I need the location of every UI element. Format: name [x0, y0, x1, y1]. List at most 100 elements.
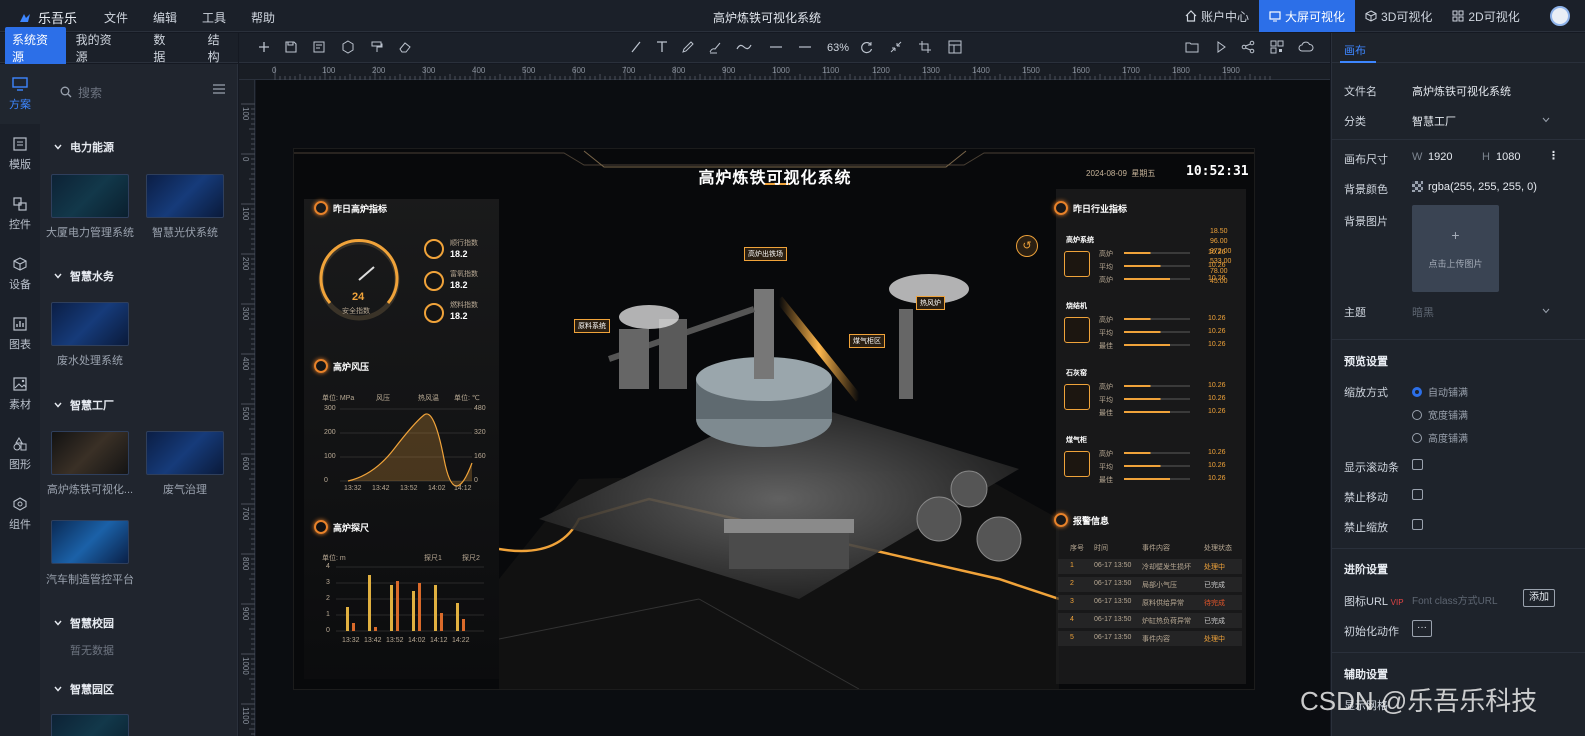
- 2d-button[interactable]: 2D可视化: [1442, 0, 1529, 32]
- more-vertical-icon[interactable]: ⋮: [1548, 149, 1559, 162]
- scene-label[interactable]: 热风炉: [916, 296, 945, 310]
- height-input[interactable]: 1080: [1496, 151, 1520, 163]
- template-thumb[interactable]: [51, 714, 129, 736]
- category-campus[interactable]: 智慧校园: [54, 615, 114, 631]
- eraser-icon[interactable]: [398, 40, 412, 54]
- template-label: 废水处理系统: [57, 355, 123, 367]
- template-thumb[interactable]: [146, 174, 224, 218]
- scene-label[interactable]: 煤气柜区: [849, 334, 885, 348]
- transparent-swatch-icon[interactable]: [1412, 181, 1423, 192]
- indicator-group-title: 石灰窑: [1066, 370, 1087, 377]
- template-label: 废气治理: [163, 484, 207, 496]
- cloud-icon[interactable]: [1298, 40, 1314, 54]
- folder-icon[interactable]: [1185, 40, 1199, 54]
- add-icon[interactable]: [257, 40, 271, 54]
- template-label: 智慧光伏系统: [152, 227, 218, 239]
- show-scrollbar-checkbox[interactable]: [1412, 459, 1423, 470]
- scale-auto-radio[interactable]: 自动铺满: [1412, 384, 1468, 399]
- init-action-button[interactable]: ···: [1412, 620, 1432, 637]
- category-park[interactable]: 智慧园区: [54, 681, 114, 697]
- metric-value: 18.2: [450, 280, 468, 290]
- add-button[interactable]: 添加: [1523, 589, 1555, 607]
- template-thumb[interactable]: [51, 302, 129, 346]
- rail-solutions[interactable]: 方案: [0, 64, 40, 124]
- x-tick: 13:42: [364, 637, 382, 644]
- shrink-icon[interactable]: [889, 40, 903, 54]
- no-zoom-checkbox[interactable]: [1412, 519, 1423, 530]
- upload-image-button[interactable]: + 点击上传图片: [1412, 205, 1499, 292]
- layout-icon[interactable]: [948, 40, 962, 54]
- editor-canvas[interactable]: 高炉炼铁可视化系统 2024-08-09 星期五 10:52:31 昨日高炉指标…: [256, 80, 1330, 736]
- rail-controls[interactable]: 控件: [0, 184, 40, 244]
- chevron-down-icon[interactable]: [1542, 308, 1550, 314]
- template-thumb[interactable]: [51, 431, 129, 475]
- category-factory[interactable]: 智慧工厂: [54, 397, 114, 413]
- tab-system-resources[interactable]: 系统资源: [5, 26, 66, 69]
- avatar[interactable]: [1550, 6, 1570, 26]
- y-tick: 480: [474, 405, 486, 412]
- template-thumb[interactable]: [146, 431, 224, 475]
- refresh-icon[interactable]: [860, 40, 874, 54]
- curve-icon[interactable]: [736, 40, 752, 54]
- file-name-field[interactable]: 高炉炼铁可视化系统: [1412, 83, 1511, 99]
- play-icon[interactable]: [1214, 40, 1228, 54]
- theme-select[interactable]: 暗黑: [1412, 304, 1434, 320]
- component-icon[interactable]: [341, 40, 355, 54]
- category-power[interactable]: 电力能源: [54, 139, 114, 155]
- reset-view-icon[interactable]: ↺: [1016, 235, 1038, 257]
- search-box[interactable]: 搜索: [60, 82, 225, 102]
- indicator-bar: [1124, 398, 1190, 400]
- tab-structure[interactable]: 结构: [201, 27, 238, 69]
- crop-icon[interactable]: [918, 40, 932, 54]
- format-painter-icon[interactable]: [370, 40, 384, 54]
- vertical-ruler: 100 0 100 200 300 400 500 600 700 800 900 1000 1100: [239, 80, 255, 736]
- tab-my-resources[interactable]: 我的资源: [69, 27, 130, 69]
- brush-icon[interactable]: [708, 40, 722, 54]
- horizontal-ruler: 0 100 200 300 400 500 600 700 800 900 1000 1100 1200…: [239, 64, 1330, 80]
- properties-panel: 画布 文件名 高炉炼铁可视化系统 分类 智慧工厂 画布尺寸 W 1920 H 1…: [1331, 33, 1585, 736]
- qrcode-icon[interactable]: [1270, 40, 1284, 54]
- bigscreen-button[interactable]: 大屏可视化: [1259, 0, 1356, 32]
- template-thumb[interactable]: [51, 174, 129, 218]
- solid-line-icon[interactable]: [769, 40, 783, 54]
- zoom-level[interactable]: 63%: [827, 42, 849, 54]
- document-icon[interactable]: [312, 40, 326, 54]
- no-move-checkbox[interactable]: [1412, 489, 1423, 500]
- icon-url-input[interactable]: Font class方式URL: [1412, 592, 1498, 607]
- rail-components[interactable]: 组件: [0, 484, 40, 544]
- text-icon[interactable]: [655, 40, 669, 54]
- scale-width-radio[interactable]: 宽度铺满: [1412, 407, 1468, 422]
- dashboard-artboard[interactable]: 高炉炼铁可视化系统 2024-08-09 星期五 10:52:31 昨日高炉指标…: [293, 148, 1255, 690]
- line-icon[interactable]: [629, 40, 643, 54]
- scene-label[interactable]: 高炉出铁场: [744, 247, 787, 261]
- rail-charts[interactable]: 图表: [0, 304, 40, 364]
- rail-label: 设备: [9, 278, 31, 291]
- scene-label[interactable]: 原料系统: [574, 319, 610, 333]
- bg-color-value[interactable]: rgba(255, 255, 255, 0): [1428, 181, 1537, 193]
- scale-height-radio[interactable]: 高度铺满: [1412, 430, 1468, 445]
- rail-templates[interactable]: 模版: [0, 124, 40, 184]
- account-center-button[interactable]: 账户中心: [1175, 0, 1259, 32]
- rail-devices[interactable]: 设备: [0, 244, 40, 304]
- share-icon[interactable]: [1241, 40, 1255, 54]
- rail-materials[interactable]: 素材: [0, 364, 40, 424]
- tab-canvas[interactable]: 画布: [1332, 33, 1585, 63]
- save-icon[interactable]: [284, 40, 298, 54]
- search-input[interactable]: 搜索: [78, 84, 102, 101]
- upload-text: 点击上传图片: [1428, 259, 1483, 269]
- pen-icon[interactable]: [681, 40, 695, 54]
- category-water[interactable]: 智慧水务: [54, 268, 114, 284]
- divider: [1332, 652, 1585, 653]
- connector-line-icon[interactable]: [798, 40, 812, 54]
- unit-right: 单位: ℃: [454, 395, 480, 402]
- category-select[interactable]: 智慧工厂: [1412, 113, 1456, 129]
- metric-rings: [424, 239, 444, 323]
- rail-shapes[interactable]: 图形: [0, 424, 40, 484]
- chevron-down-icon[interactable]: [1542, 117, 1550, 123]
- tab-data[interactable]: 数据: [146, 27, 183, 69]
- width-input[interactable]: 1920: [1428, 151, 1452, 163]
- canvas-size-label: 画布尺寸: [1344, 154, 1388, 166]
- chart-icon: [13, 316, 27, 331]
- template-thumb[interactable]: [51, 520, 129, 564]
- 3d-button[interactable]: 3D可视化: [1355, 0, 1442, 32]
